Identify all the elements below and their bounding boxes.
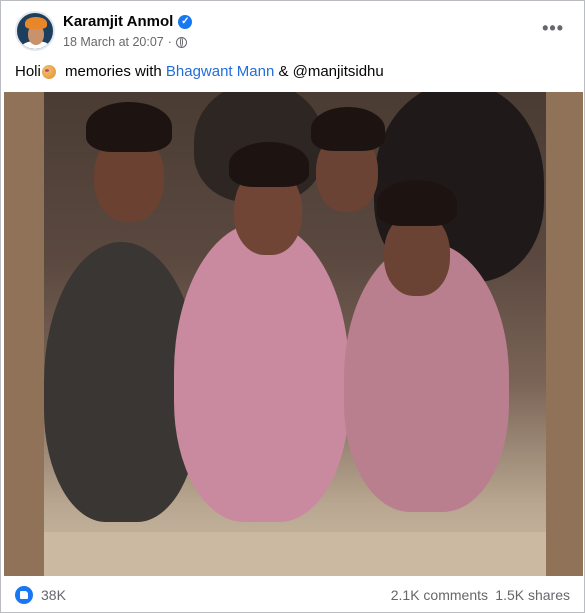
avatar-turban bbox=[25, 17, 47, 29]
photo-ground bbox=[44, 532, 546, 576]
comments-count[interactable]: 2.1K comments bbox=[391, 587, 488, 603]
verified-badge-icon: ✓ bbox=[178, 14, 193, 29]
meta-separator: · bbox=[167, 35, 172, 49]
author-avatar[interactable] bbox=[15, 11, 55, 51]
shares-count[interactable]: 1.5K shares bbox=[495, 587, 570, 603]
photo-person-center bbox=[174, 222, 349, 522]
post-card: Karamjit Anmol ✓ 18 March at 20:07 · •••… bbox=[0, 0, 585, 613]
photo-hair bbox=[377, 180, 457, 226]
post-footer: 38K 2.1K comments 1.5K shares bbox=[15, 586, 570, 606]
like-icon[interactable] bbox=[15, 586, 33, 604]
post-timestamp[interactable]: 18 March at 20:07 bbox=[63, 35, 164, 49]
like-count[interactable]: 38K bbox=[41, 587, 66, 603]
photo-hair bbox=[229, 142, 309, 187]
holi-emoji-icon bbox=[41, 64, 56, 79]
post-caption: Holi memories with Bhagwant Mann & @manj… bbox=[15, 63, 384, 80]
globe-icon[interactable] bbox=[175, 36, 187, 48]
caption-middle: memories with bbox=[60, 63, 166, 80]
photo-hair bbox=[86, 102, 172, 152]
post-photo[interactable] bbox=[44, 92, 546, 576]
tagged-person-link[interactable]: Bhagwant Mann bbox=[166, 63, 274, 80]
caption-prefix: Holi bbox=[15, 63, 41, 80]
photo-hair bbox=[311, 107, 385, 151]
author-name[interactable]: Karamjit Anmol bbox=[63, 13, 173, 30]
post-meta: 18 March at 20:07 · bbox=[63, 35, 187, 49]
more-options-icon[interactable]: ••• bbox=[542, 19, 564, 37]
post-photo-container[interactable] bbox=[4, 92, 583, 576]
post-header: Karamjit Anmol ✓ 18 March at 20:07 · ••• bbox=[15, 11, 570, 55]
caption-suffix: & @manjitsidhu bbox=[274, 63, 384, 80]
author-row: Karamjit Anmol ✓ bbox=[63, 13, 193, 30]
